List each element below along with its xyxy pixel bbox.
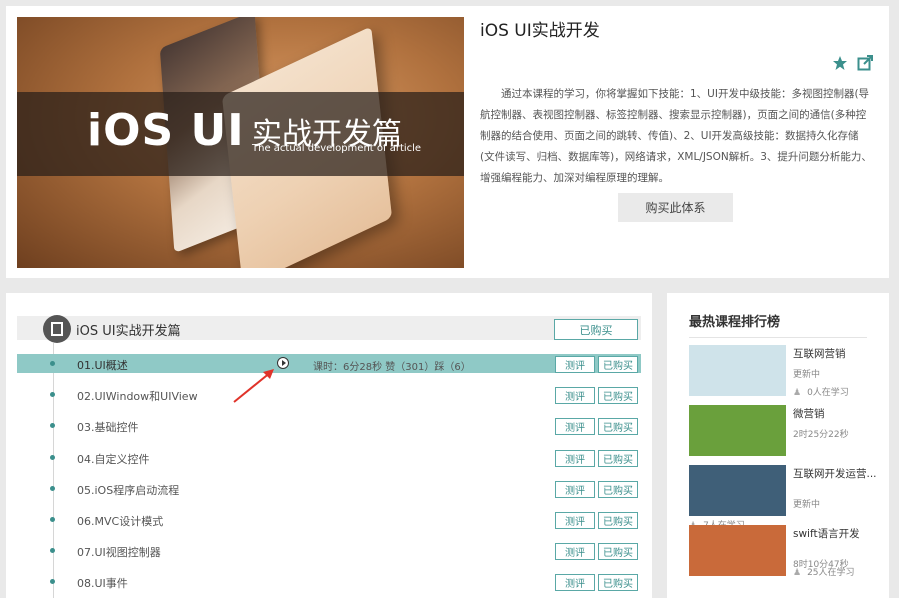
ranking-course-status: 更新中 bbox=[793, 500, 821, 510]
timeline-dot bbox=[50, 517, 55, 522]
bought-button[interactable]: 已购买 bbox=[598, 387, 638, 405]
ranking-course-status: 2时25分22秒 bbox=[793, 430, 849, 440]
test-button[interactable]: 测评 bbox=[555, 356, 595, 373]
ranking-learners: ♟ 0人在学习 bbox=[793, 385, 849, 398]
bought-button[interactable]: 已购买 bbox=[598, 356, 638, 373]
lesson-row[interactable]: 08.UI事件 测评 已购买 bbox=[17, 572, 641, 592]
course-thumbnail[interactable] bbox=[689, 405, 786, 456]
timeline-dot bbox=[50, 579, 55, 585]
course-thumbnail[interactable] bbox=[689, 465, 786, 516]
timeline-dot bbox=[50, 454, 55, 460]
test-button[interactable]: 测评 bbox=[555, 480, 595, 498]
user-icon: ♟ bbox=[793, 568, 802, 578]
lesson-name[interactable]: 08.UI事件 bbox=[77, 575, 128, 591]
lesson-row[interactable]: 04.自定义控件 测评 已购买 bbox=[17, 448, 641, 467]
buy-system-button[interactable]: 购买此体系 bbox=[618, 193, 733, 222]
banner-big-text: iOS UI bbox=[87, 105, 245, 156]
timeline-dot bbox=[50, 392, 55, 398]
timeline-dot bbox=[50, 361, 55, 366]
ranking-card: 最热课程排行榜 互联网营销更新中 ♟ 0人在学习微营销 2时25分22秒互联网开发运营… bbox=[667, 293, 889, 598]
bought-button[interactable]: 已购买 bbox=[598, 418, 638, 436]
lesson-name[interactable]: 04.自定义控件 bbox=[77, 451, 150, 467]
lesson-row[interactable]: 06.MVC设计模式 测评 已购买 bbox=[17, 510, 641, 529]
timeline-dot bbox=[50, 548, 55, 554]
ranking-item[interactable]: 微营销 2时25分22秒 bbox=[689, 405, 879, 457]
ranking-course-name[interactable]: 微营销 bbox=[793, 407, 879, 421]
learner-count: 25人在学习 bbox=[807, 568, 855, 578]
course-title: iOS UI实战开发 bbox=[480, 21, 600, 41]
course-thumbnail[interactable] bbox=[689, 345, 786, 396]
ranking-item[interactable]: swift语言开发 8时10分47秒 ♟ 25人在学习 bbox=[689, 525, 879, 578]
divider bbox=[689, 337, 867, 338]
ranking-title: 最热课程排行榜 bbox=[689, 315, 781, 330]
lesson-name[interactable]: 03.基础控件 bbox=[77, 419, 139, 435]
test-button[interactable]: 测评 bbox=[555, 512, 595, 529]
learner-count: 0人在学习 bbox=[807, 388, 849, 398]
course-description: 通过本课程的学习，你将掌握如下技能：1、UI开发中级技能：多视图控制器(导航控制… bbox=[480, 88, 872, 184]
bought-button[interactable]: 已购买 bbox=[598, 480, 638, 498]
ranking-course-name[interactable]: 互联网开发运营... bbox=[793, 467, 879, 481]
test-button[interactable]: 测评 bbox=[555, 418, 595, 436]
lesson-row[interactable]: 07.UI视图控制器 测评 已购买 bbox=[17, 541, 641, 561]
share-icon[interactable] bbox=[857, 54, 874, 71]
timeline-dot bbox=[50, 423, 55, 429]
ranking-course-name[interactable]: swift语言开发 bbox=[793, 527, 879, 541]
bought-button[interactable]: 已购买 bbox=[598, 543, 638, 561]
test-button[interactable]: 测评 bbox=[555, 387, 595, 405]
chapter-title: iOS UI实战开发篇 bbox=[76, 324, 181, 339]
pointer-arrow-icon bbox=[233, 369, 274, 403]
bought-button[interactable]: 已购买 bbox=[598, 512, 638, 529]
ranking-item[interactable]: 互联网开发运营...更新中♟7人在学习 bbox=[689, 465, 879, 531]
test-button[interactable]: 测评 bbox=[555, 449, 595, 467]
lesson-name[interactable]: 07.UI视图控制器 bbox=[77, 544, 161, 560]
test-button[interactable]: 测评 bbox=[555, 574, 595, 592]
lesson-name[interactable]: 02.UIWindow和UIView bbox=[77, 388, 198, 404]
course-banner-image[interactable]: iOS UI 实战开发篇 The actual development of a… bbox=[17, 17, 464, 268]
ranking-learners: ♟ 25人在学习 bbox=[793, 565, 855, 578]
timeline-dot bbox=[50, 485, 55, 491]
bought-button[interactable]: 已购买 bbox=[598, 574, 638, 592]
lesson-name[interactable]: 01.UI概述 bbox=[77, 357, 128, 373]
test-button[interactable]: 测评 bbox=[555, 543, 595, 561]
user-icon: ♟ bbox=[793, 388, 802, 398]
notebook-icon bbox=[43, 315, 71, 343]
lesson-row[interactable]: 01.UI概述 课时：6分28秒 赞（301）踩（6） 测评 已购买 bbox=[17, 354, 641, 373]
chapter-bought-button[interactable]: 已购买 bbox=[554, 319, 638, 340]
ranking-course-name[interactable]: 互联网营销 bbox=[793, 347, 879, 361]
course-thumbnail[interactable] bbox=[689, 525, 786, 576]
lesson-meta: 课时：6分28秒 赞（301）踩（6） bbox=[313, 362, 471, 373]
lesson-row[interactable]: 03.基础控件 测评 已购买 bbox=[17, 416, 641, 436]
ranking-course-status: 更新中 bbox=[793, 370, 821, 380]
lesson-row[interactable]: 02.UIWindow和UIView 测评 已购买 bbox=[17, 385, 641, 405]
lesson-row[interactable]: 05.iOS程序启动流程 测评 已购买 bbox=[17, 479, 641, 498]
play-icon[interactable] bbox=[277, 357, 289, 369]
lesson-name[interactable]: 06.MVC设计模式 bbox=[77, 513, 163, 529]
bought-button[interactable]: 已购买 bbox=[598, 449, 638, 467]
ranking-item[interactable]: 互联网营销更新中 ♟ 0人在学习 bbox=[689, 345, 879, 398]
banner-sub-text: The actual development of article bbox=[252, 143, 422, 154]
lesson-name[interactable]: 05.iOS程序启动流程 bbox=[77, 482, 179, 498]
star-icon[interactable] bbox=[832, 55, 848, 71]
